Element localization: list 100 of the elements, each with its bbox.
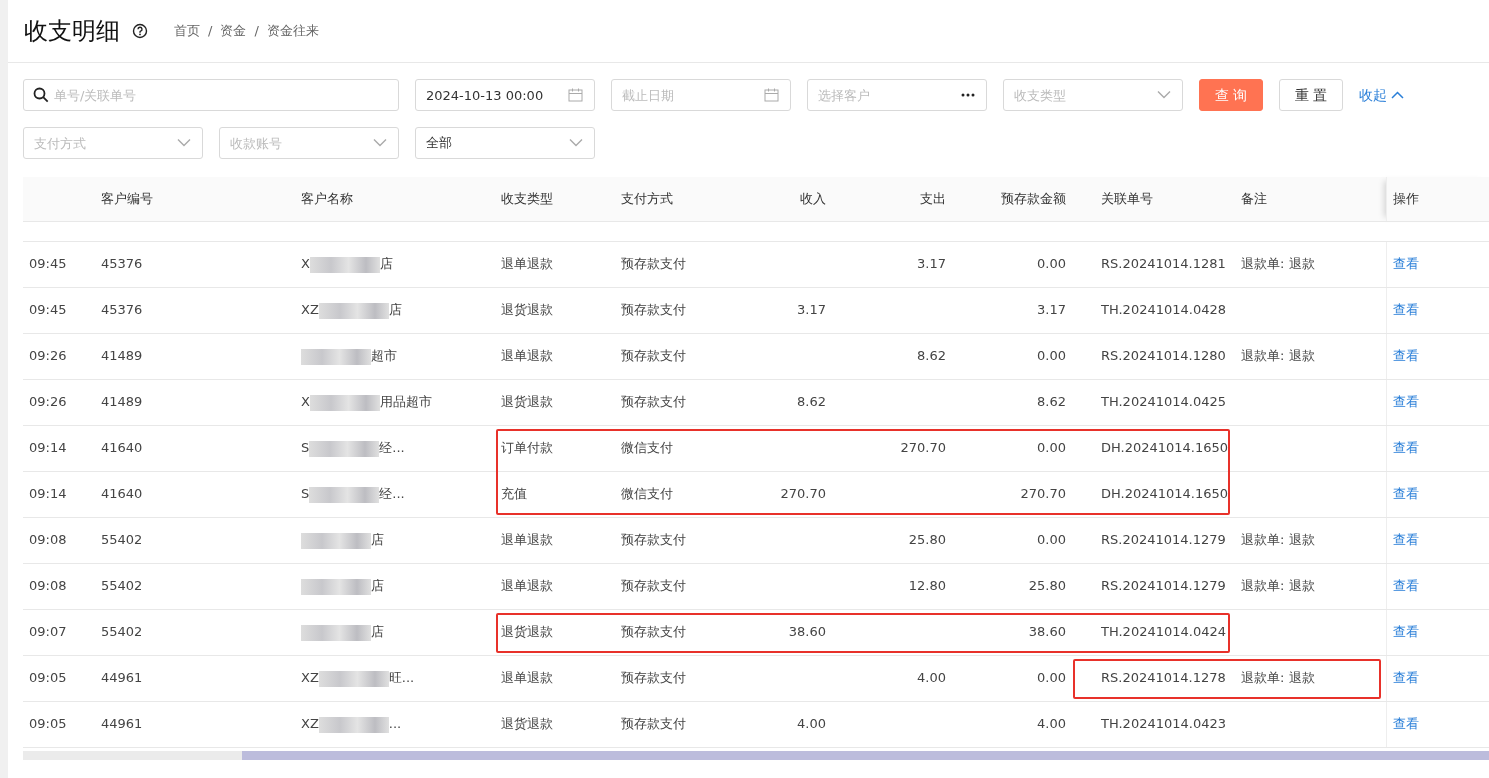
cell-text: 41640 [101, 486, 143, 502]
time-text: 09:26 [29, 348, 67, 364]
view-link[interactable]: 查看 [1392, 716, 1419, 732]
customer-name-text: 超市 [371, 348, 397, 364]
cell-text: 充值 [501, 486, 527, 502]
cell-text: 退货退款 [501, 394, 553, 410]
cell-text: 8.62 [917, 348, 946, 364]
cell-text: 退款单: 退款 [1241, 578, 1315, 594]
cell-text: 退单退款 [501, 670, 553, 686]
view-link[interactable]: 查看 [1392, 578, 1419, 594]
redacted-mosaic [301, 532, 371, 549]
cell-text: TH.20241014.0423 [1101, 716, 1226, 732]
cell-text: 3.17 [797, 302, 826, 318]
reset-button[interactable]: 重 置 [1279, 79, 1343, 111]
breadcrumb-link[interactable]: 首页 [174, 21, 200, 41]
select-field[interactable]: 收款账号 [219, 127, 399, 159]
collapse-link[interactable]: 收起 [1359, 84, 1404, 106]
more-icon [961, 93, 975, 97]
cell-text: 退货退款 [501, 624, 553, 640]
search-field[interactable]: 单号/关联单号 [23, 79, 399, 111]
cell-text: 45376 [101, 302, 143, 318]
redacted-mosaic [301, 578, 371, 595]
cell-text: 预存款支付 [621, 716, 686, 732]
cell-text: 12.80 [908, 578, 946, 594]
column-header: 备注 [1241, 191, 1267, 206]
cell-text: 退单退款 [501, 348, 553, 364]
cell-text: 4.00 [917, 670, 946, 686]
cell-text: 0.00 [1037, 440, 1066, 456]
cell-text: 8.62 [1037, 394, 1066, 410]
calendar-icon [568, 87, 583, 103]
help-icon [132, 23, 148, 39]
column-header: 操作 [1392, 191, 1419, 206]
cell-text: 预存款支付 [621, 348, 686, 364]
cell-text: 270.70 [780, 486, 826, 502]
breadcrumb-separator: / [254, 22, 259, 41]
customer-name-text: X [301, 394, 310, 410]
column-header: 收入 [800, 191, 826, 206]
time-text: 09:45 [29, 302, 67, 318]
cell-text: 4.00 [1037, 716, 1066, 732]
cell-text: DH.20241014.1650 [1101, 440, 1229, 456]
cell-text: 44961 [101, 670, 143, 686]
customer-name-text: 经... [379, 486, 405, 502]
customer-name-text: 店 [371, 532, 384, 548]
chevron-down-icon [1157, 90, 1171, 100]
cell-text: RS.20241014.1280 [1101, 348, 1226, 364]
cell-text: RS.20241014.1281 [1101, 256, 1226, 272]
select-field[interactable]: 支付方式 [23, 127, 203, 159]
cell-text: 退款单: 退款 [1241, 532, 1315, 548]
cell-text: 270.70 [900, 440, 946, 456]
breadcrumb-separator: / [208, 22, 213, 41]
view-link[interactable]: 查看 [1392, 440, 1419, 456]
customer-name-text: ... [388, 716, 402, 732]
customer-name-text: 店 [388, 302, 402, 318]
date-field[interactable]: 2024-10-13 00:00 [415, 79, 595, 111]
cell-text: RS.20241014.1279 [1101, 578, 1226, 594]
cell-text: 55402 [101, 532, 143, 548]
cell-text: 41489 [101, 348, 143, 364]
time-text: 09:45 [29, 256, 67, 272]
time-text: 09:05 [29, 670, 67, 686]
redacted-mosaic [309, 256, 380, 273]
cell-text: 退单退款 [501, 532, 553, 548]
cell-text: 3.17 [1037, 302, 1066, 318]
view-link[interactable]: 查看 [1392, 624, 1419, 640]
time-text: 09:08 [29, 532, 67, 548]
column-header: 收支类型 [501, 191, 553, 206]
cell-text: 45376 [101, 256, 143, 272]
view-link[interactable]: 查看 [1392, 302, 1419, 318]
cell-text: 41640 [101, 440, 143, 456]
cell-text: 退款单: 退款 [1241, 670, 1315, 686]
cell-text: 38.60 [788, 624, 826, 640]
cell-text: 退款单: 退款 [1241, 256, 1315, 272]
cell-text: 退款单: 退款 [1241, 348, 1315, 364]
redacted-mosaic [301, 624, 371, 641]
query-button[interactable]: 查 询 [1199, 79, 1263, 111]
cell-text: 38.60 [1028, 624, 1066, 640]
view-link[interactable]: 查看 [1392, 486, 1419, 502]
redacted-mosaic [301, 348, 371, 365]
redacted-mosaic [318, 302, 389, 319]
view-link[interactable]: 查看 [1392, 348, 1419, 364]
breadcrumb-link[interactable]: 资金 [220, 21, 247, 41]
view-link[interactable]: 查看 [1392, 670, 1419, 686]
horizontal-scrollbar[interactable] [23, 750, 1489, 760]
cell-text: 4.00 [797, 716, 826, 732]
cell-text: 退货退款 [501, 302, 553, 318]
cell-text: TH.20241014.0425 [1101, 394, 1226, 410]
view-link[interactable]: 查看 [1392, 256, 1419, 272]
redacted-mosaic [309, 440, 380, 457]
cell-text: RS.20241014.1279 [1101, 532, 1226, 548]
chevron-down-icon [373, 138, 387, 148]
view-link[interactable]: 查看 [1392, 394, 1419, 410]
breadcrumb-current[interactable]: 资金往来 [266, 21, 319, 41]
customer-name-text: 店 [371, 578, 384, 594]
cell-text: 0.00 [1037, 532, 1066, 548]
customer-picker[interactable]: 选择客户 [807, 79, 987, 111]
customer-name-text: 用品超市 [379, 394, 432, 410]
select-field[interactable]: 全部 [415, 127, 595, 159]
date-field[interactable]: 截止日期 [611, 79, 791, 111]
select-field[interactable]: 收支类型 [1003, 79, 1183, 111]
cell-text: TH.20241014.0428 [1101, 302, 1226, 318]
view-link[interactable]: 查看 [1392, 532, 1419, 548]
